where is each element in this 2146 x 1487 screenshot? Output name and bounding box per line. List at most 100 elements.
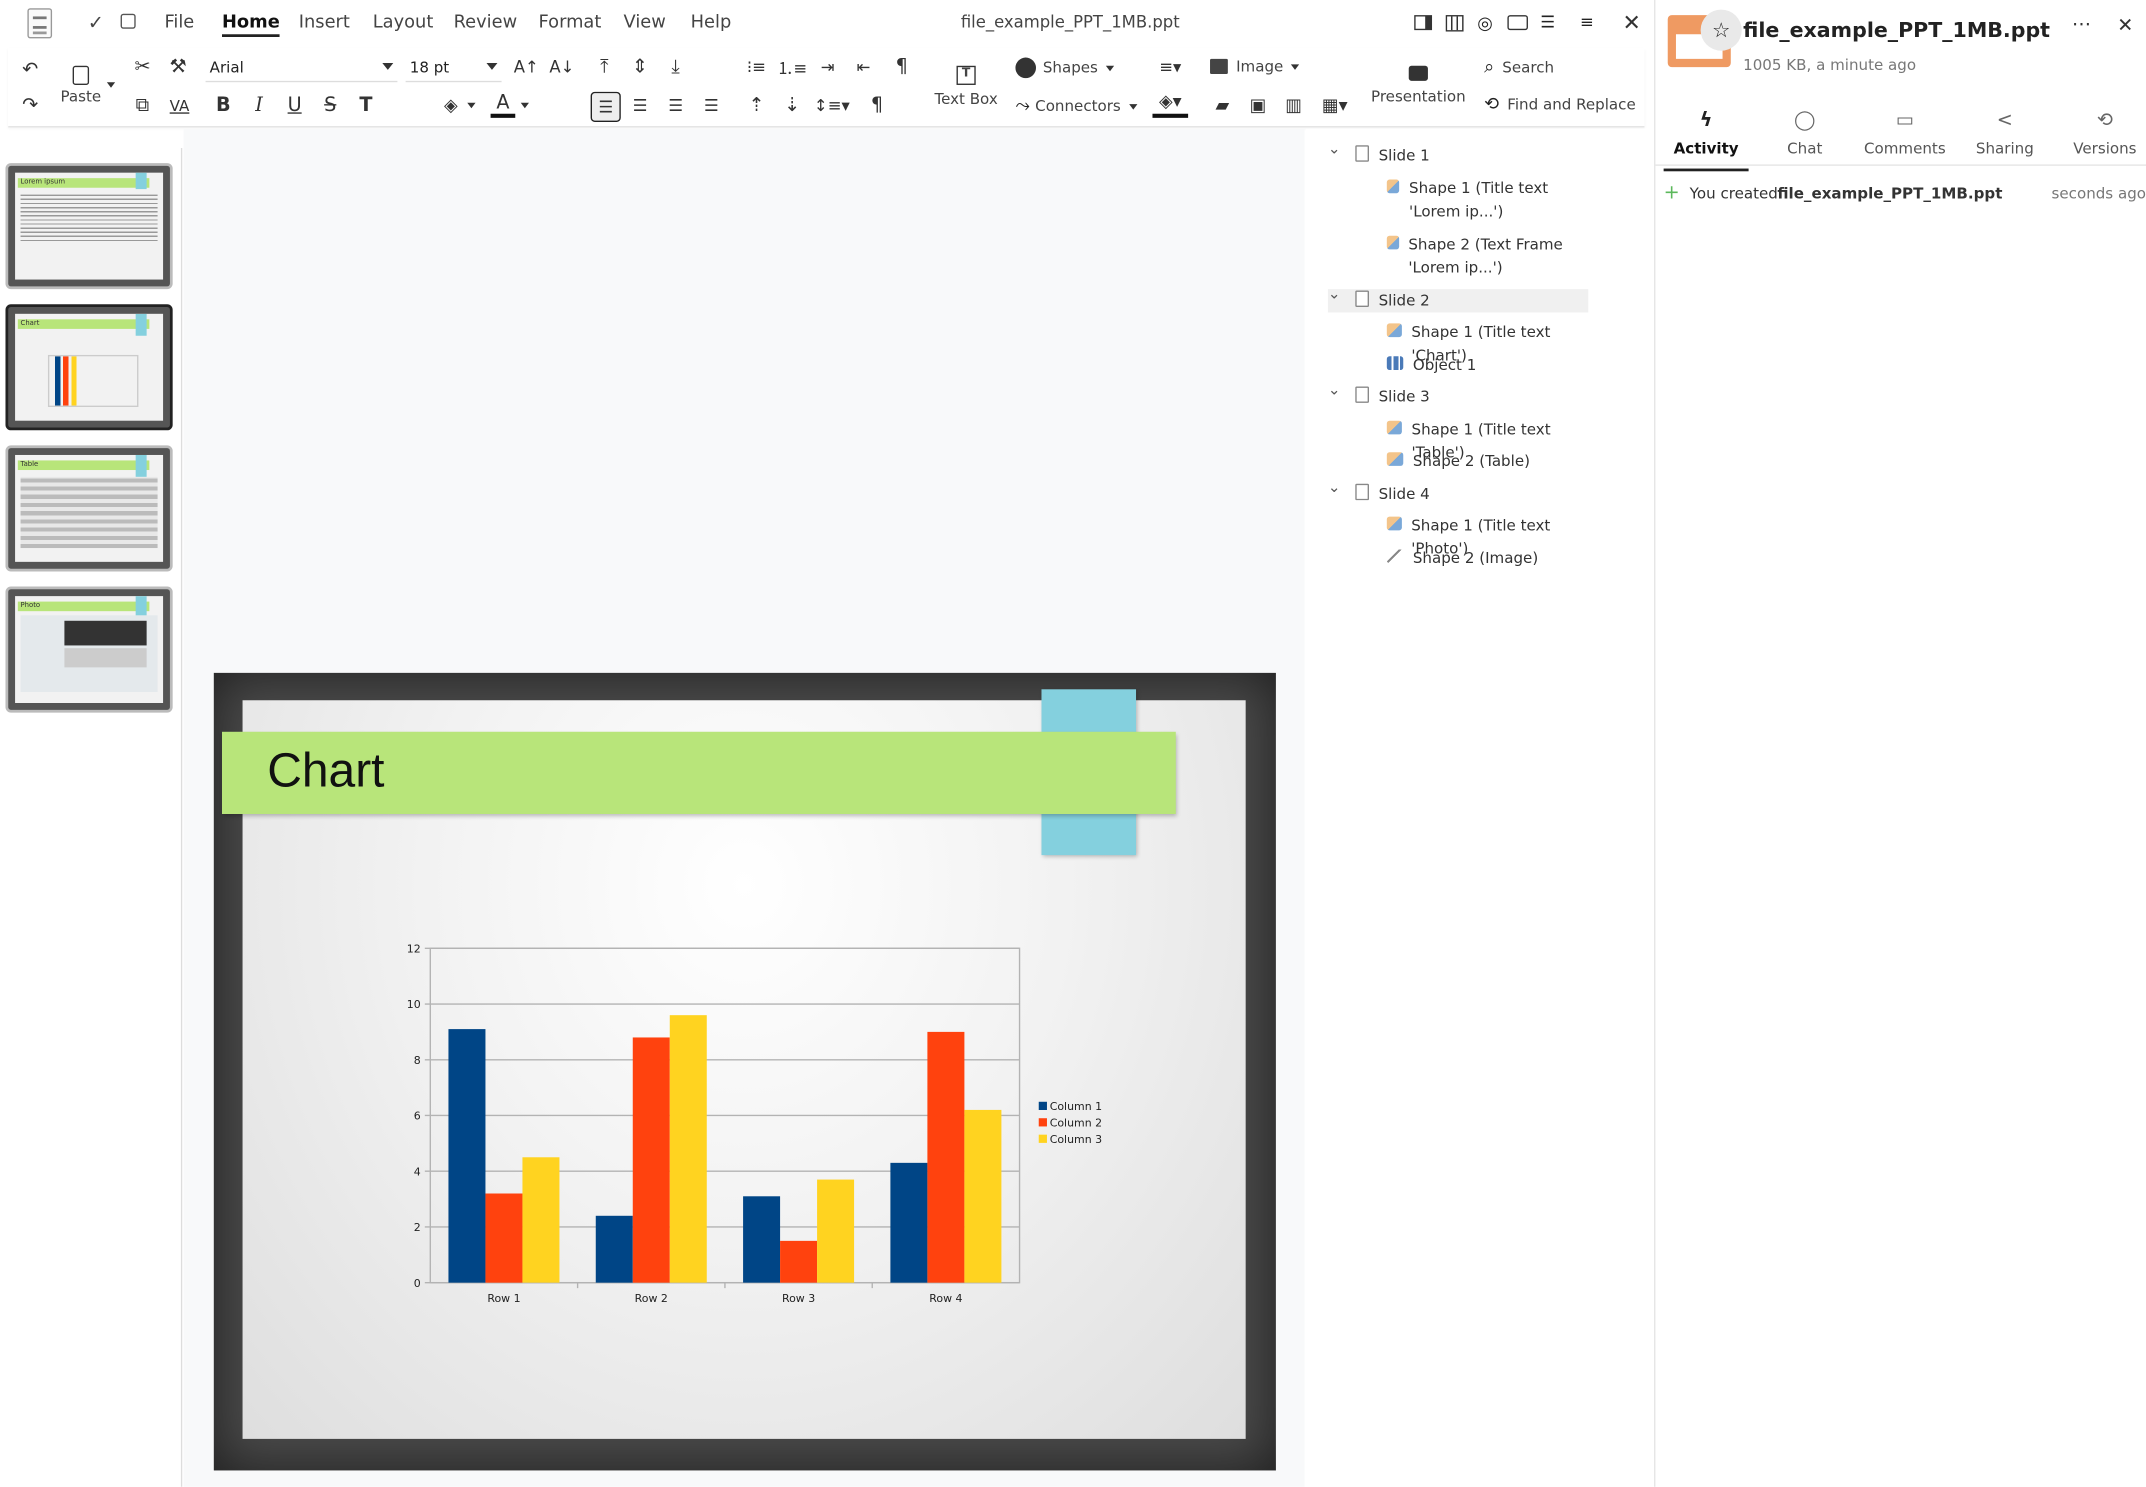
strikethrough-icon[interactable]: S	[318, 93, 343, 118]
image-button[interactable]: Image	[1210, 58, 1300, 75]
insert-shape-icon[interactable]: ▰	[1210, 93, 1235, 118]
close-sidebar-icon[interactable]: ✕	[2117, 15, 2133, 37]
favorite-star-icon[interactable]: ☆	[1700, 9, 1742, 51]
shapes-button[interactable]: Shapes	[1015, 57, 1115, 79]
paste-button[interactable]: Paste	[58, 63, 105, 112]
chevron-down-icon[interactable]: ⌄	[1328, 381, 1347, 399]
decrease-indent-icon[interactable]: ⇤	[851, 55, 876, 80]
grow-font-icon[interactable]: A↑	[513, 55, 540, 80]
connectors-button[interactable]: ⤳ Connectors	[1015, 96, 1138, 116]
slide-thumbnail-2[interactable]: Chart	[5, 304, 173, 431]
shrink-font-icon[interactable]: A↓	[548, 55, 575, 80]
insert-table-icon[interactable]: ▦▾	[1317, 93, 1353, 118]
undo-icon[interactable]: ↶	[18, 58, 43, 83]
text-box-button[interactable]: T Text Box	[929, 65, 1003, 108]
paragraph-icon[interactable]: ¶	[889, 55, 914, 80]
align-middle-icon[interactable]: ⇕	[628, 55, 653, 80]
numbered-list-icon[interactable]: ⒈≡	[777, 55, 807, 80]
align-bottom-icon[interactable]: ⤓	[663, 55, 688, 80]
menu-layout[interactable]: Layout	[373, 12, 434, 33]
insert-chart-icon[interactable]: ▥	[1281, 93, 1306, 118]
more-options-icon[interactable]: ⋯	[2072, 14, 2091, 36]
open-external-icon[interactable]	[120, 13, 136, 29]
slide-thumbnail-3[interactable]: Table	[5, 445, 173, 572]
menu-home[interactable]: Home	[221, 12, 280, 37]
find-replace-button[interactable]: ⟲ Find and Replace	[1484, 95, 1636, 116]
spreadsheet-icon[interactable]	[1445, 15, 1464, 32]
bar-column-3	[817, 1179, 855, 1283]
presentation-button[interactable]: Presentation	[1369, 65, 1468, 106]
copy-icon[interactable]: ⧉	[130, 93, 155, 118]
menu-view[interactable]: View	[624, 12, 666, 33]
highlight-dropdown-arrow[interactable]	[467, 102, 476, 109]
font-color-icon[interactable]: A	[490, 90, 516, 118]
font-color-dropdown-arrow[interactable]	[520, 102, 529, 109]
navigator-shape-item[interactable]: Shape 2 (Text Frame 'Lorem ip...')	[1386, 232, 1593, 279]
search-button[interactable]: ⌕ Search	[1484, 58, 1554, 79]
slide-thumbnail-4[interactable]: Photo	[5, 586, 173, 713]
bold-icon[interactable]: B	[211, 93, 236, 118]
insert-slide-icon[interactable]: ▣	[1246, 93, 1271, 118]
italic-icon[interactable]: I	[247, 93, 272, 118]
navigator-slide-item[interactable]: ⌄ Slide 1	[1328, 140, 1588, 167]
menu-format[interactable]: Format	[539, 12, 602, 33]
fill-color-icon[interactable]: ◈▾	[1152, 90, 1189, 118]
form-icon[interactable]	[1507, 15, 1528, 31]
increase-spacing-icon[interactable]: ⇡	[744, 93, 769, 118]
justify-icon[interactable]: ☰	[699, 93, 724, 118]
navigator-slide-item[interactable]: ⌄ Slide 3	[1328, 381, 1588, 408]
navigator-shape-item[interactable]: Object 1	[1386, 353, 1593, 376]
chevron-down-icon[interactable]: ⌄	[1328, 478, 1347, 496]
navigator-shape-item[interactable]: Shape 2 (Table)	[1386, 449, 1593, 472]
align-top-icon[interactable]: ⤒	[592, 55, 617, 80]
font-name-select[interactable]: Arial	[205, 55, 398, 83]
tab-comments[interactable]: ▭ Comments	[1862, 110, 1947, 158]
font-size-select[interactable]: 18 pt	[405, 55, 502, 83]
tab-sharing[interactable]: < Sharing	[1962, 110, 2047, 158]
decrease-spacing-icon[interactable]: ⇣	[780, 93, 805, 118]
tab-activity[interactable]: ϟ Activity	[1663, 110, 1749, 172]
increase-indent-icon[interactable]: ⇥	[815, 55, 840, 80]
align-center-icon[interactable]: ☰	[628, 93, 653, 118]
bar-chart[interactable]: 0 2 4 6 8 10 12 Row 1 Row 2 Row 3 Row 4 Column 1 Col…	[384, 932, 1124, 1323]
underline-icon[interactable]: U	[282, 93, 307, 118]
line-spacing-icon[interactable]: ↕≡▾	[814, 93, 850, 118]
redo-icon[interactable]: ↷	[18, 93, 43, 118]
app-logo[interactable]	[27, 8, 53, 39]
align-left-icon[interactable]: ☰	[590, 91, 621, 122]
chevron-down-icon[interactable]: ⌄	[1328, 140, 1347, 158]
accessibility-icon[interactable]: ◎	[1477, 14, 1493, 35]
slide-title-band[interactable]: Chart	[221, 731, 1176, 814]
navigator-shape-item[interactable]: Shape 1 (Title text 'Lorem ip...')	[1386, 176, 1593, 223]
legend-swatch	[1038, 1134, 1047, 1143]
collapse-toolbar-icon[interactable]: ≡	[1580, 12, 1594, 31]
character-spacing-icon[interactable]: VA	[166, 93, 193, 118]
menu-help[interactable]: Help	[691, 12, 732, 33]
menu-review[interactable]: Review	[454, 12, 518, 33]
line-style-icon[interactable]: ≡▾	[1152, 55, 1188, 80]
navigator-slide-item[interactable]: ⌄ Slide 4	[1328, 478, 1588, 505]
y-tick-label: 10	[407, 998, 421, 1011]
navigator-shape-item[interactable]: Shape 2 (Image)	[1386, 546, 1593, 569]
menu-insert[interactable]: Insert	[299, 12, 350, 33]
save-check-icon[interactable]: ✓	[88, 12, 104, 34]
sidebar-toggle-icon[interactable]	[1414, 15, 1433, 31]
tab-chat[interactable]: ◯ Chat	[1762, 110, 1847, 158]
tab-versions[interactable]: ⟲ Versions	[2062, 110, 2146, 158]
bullet-list-icon[interactable]: ⁝≡	[744, 55, 769, 80]
chat-icon: ◯	[1794, 109, 1816, 132]
paste-dropdown-arrow[interactable]	[106, 82, 116, 88]
paragraph-direction-icon[interactable]: ¶	[865, 93, 890, 118]
clear-formatting-icon[interactable]: T	[354, 93, 379, 118]
clone-formatting-icon[interactable]: ⚒	[166, 55, 191, 80]
navigator-slide-item[interactable]: ⌄ Slide 2	[1327, 284, 1589, 312]
chevron-down-icon[interactable]: ⌄	[1328, 284, 1347, 302]
menu-file[interactable]: File	[164, 12, 194, 33]
cut-icon[interactable]: ✂	[130, 55, 155, 80]
activity-file-link[interactable]: file_example_PPT_1MB.ppt	[1777, 185, 2002, 203]
align-right-icon[interactable]: ☰	[663, 93, 688, 118]
list-view-icon[interactable]: ☰	[1540, 12, 1555, 31]
close-document-icon[interactable]: ✕	[1623, 10, 1641, 36]
slide-thumbnail-1[interactable]: Lorem ipsum	[5, 163, 173, 290]
highlight-color-icon[interactable]: ◈	[439, 92, 464, 119]
